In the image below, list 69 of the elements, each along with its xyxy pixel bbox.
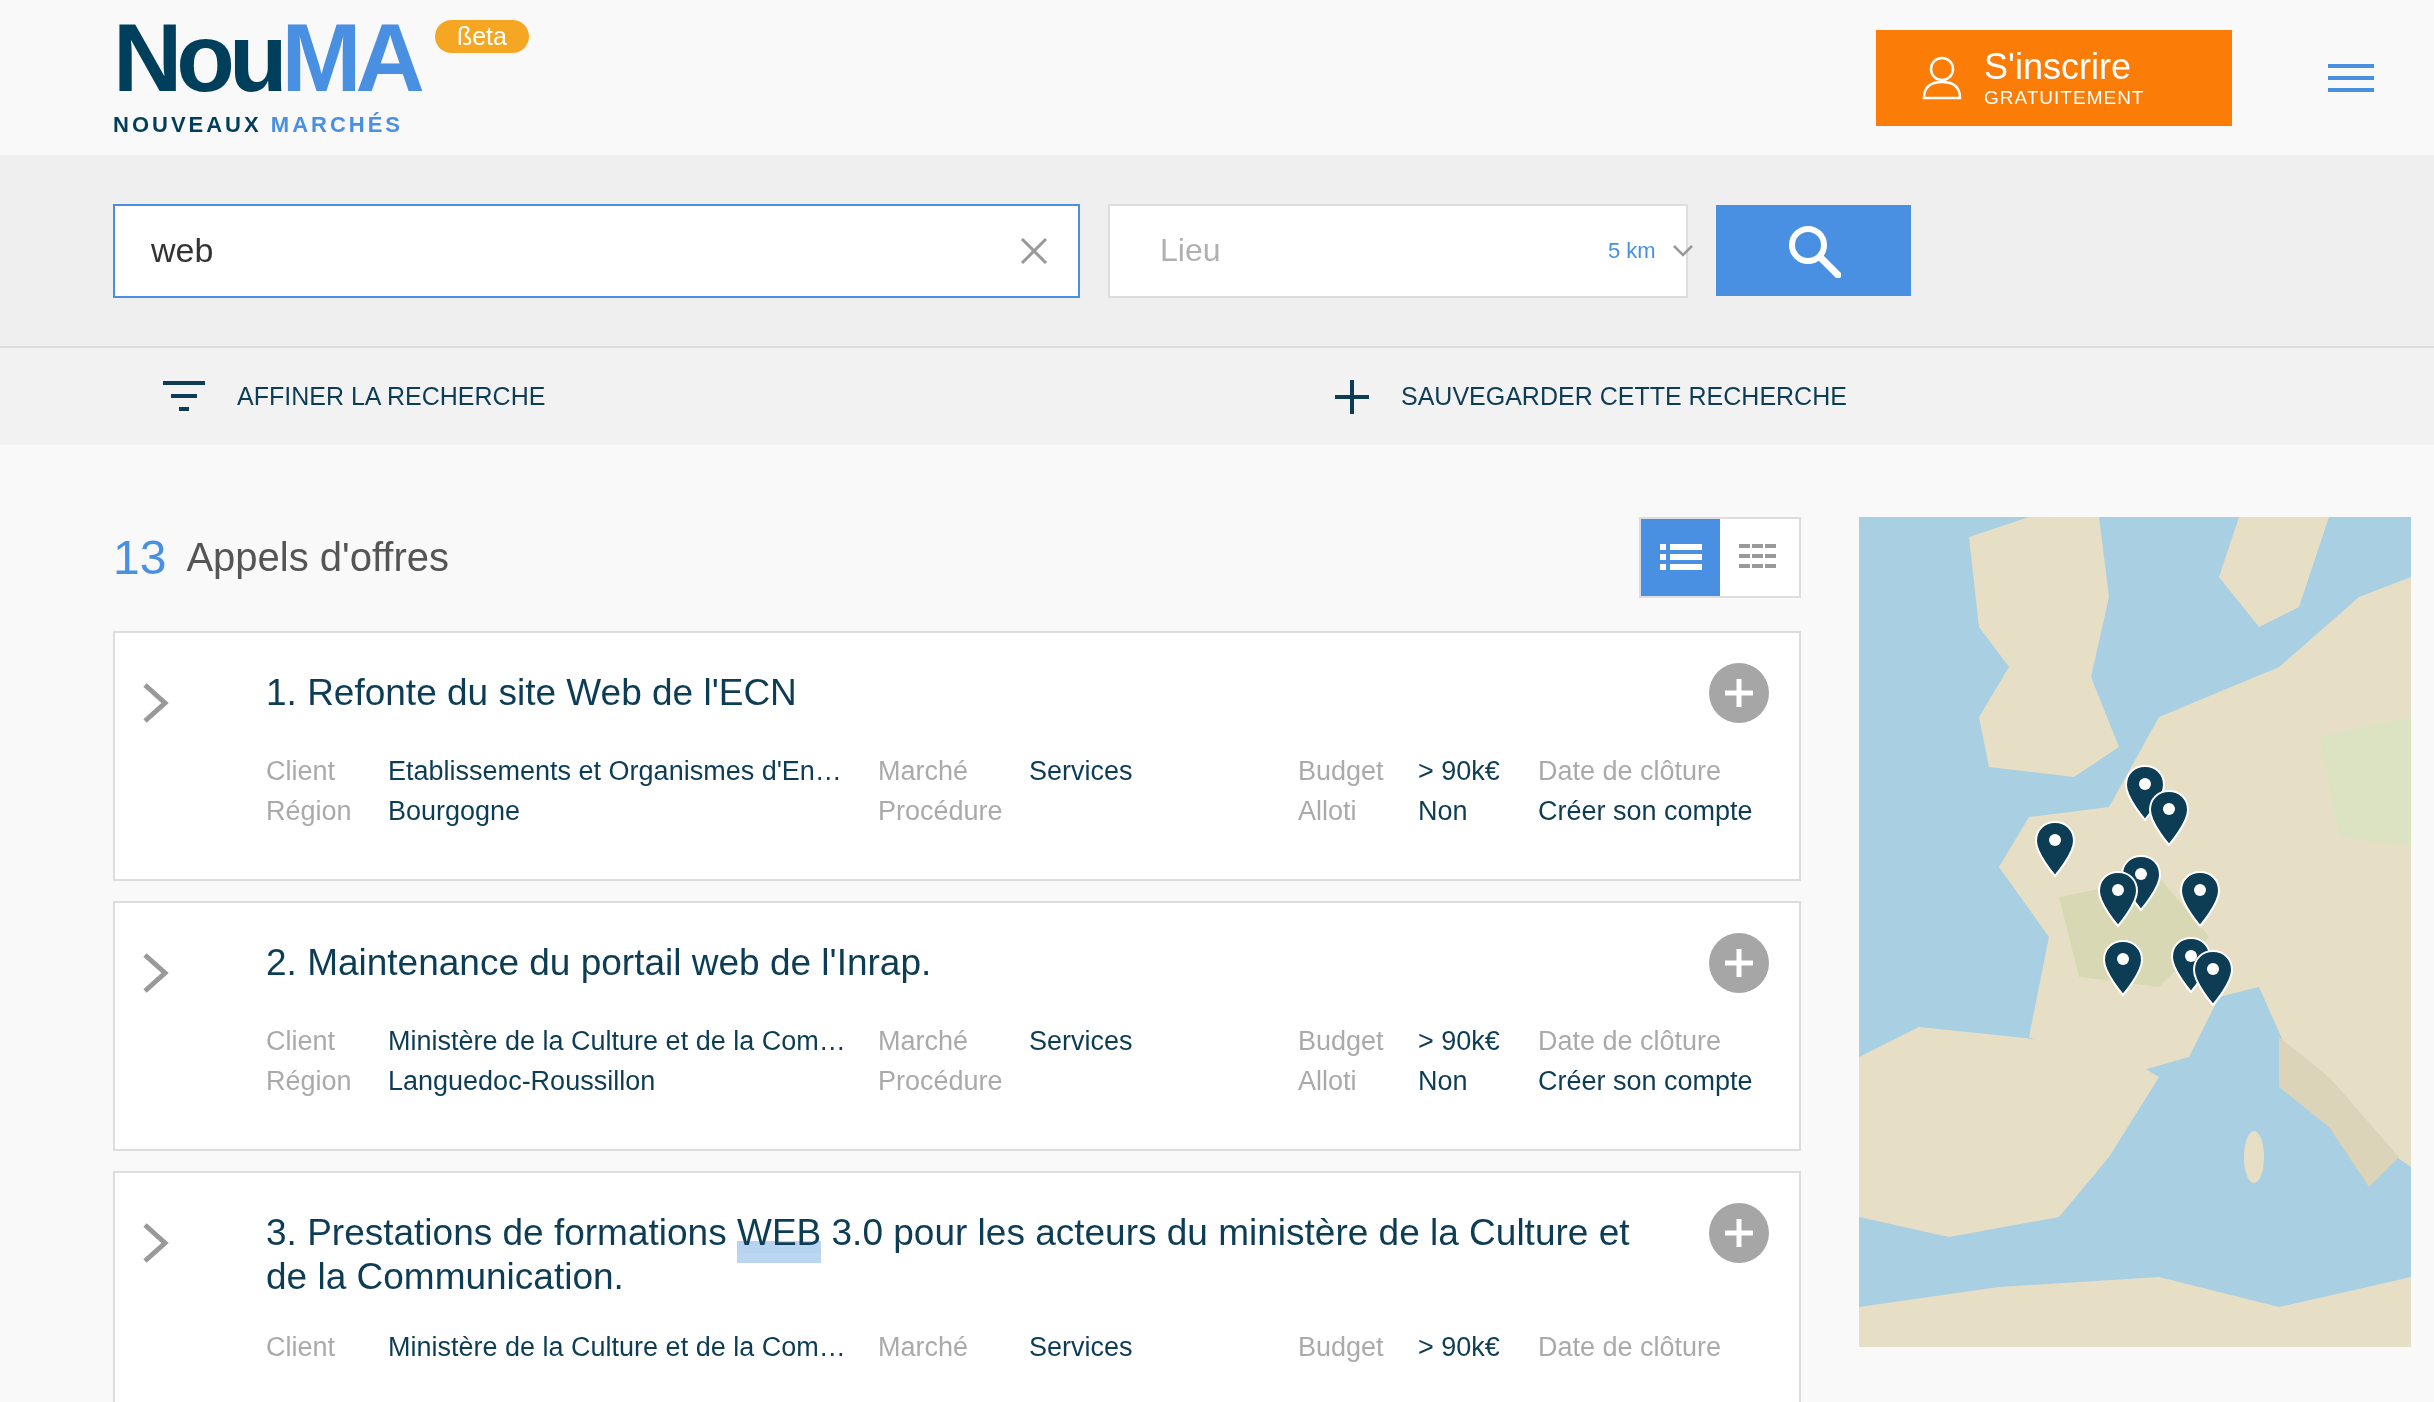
field-label: Date de clôture <box>1538 755 1722 788</box>
field-value: > 90k€ <box>1418 1331 1500 1364</box>
result-count: 13 <box>113 529 167 585</box>
field-label: Région <box>266 1065 352 1098</box>
field-value: > 90k€ <box>1418 1025 1500 1058</box>
map-pin-icon[interactable] <box>2179 870 2221 928</box>
field-label: Marché <box>878 1331 969 1364</box>
plus-icon <box>1335 379 1369 414</box>
user-icon <box>1922 55 1962 100</box>
field-label: Budget <box>1298 1025 1384 1058</box>
tender-title[interactable]: 3. Prestations de formations WEB 3.0 pour les acteurs du ministère de la Culture et de la Communication. <box>266 1211 1679 1299</box>
location-input[interactable]: Lieu <box>1158 231 1582 270</box>
refine-search-button[interactable]: AFFINER LA RECHERCHE <box>163 380 1335 413</box>
map-pin-icon[interactable] <box>2102 939 2144 997</box>
field-label: Marché <box>878 755 969 788</box>
field-label: Région <box>266 795 352 828</box>
chevron-down-icon <box>1671 243 1694 258</box>
create-account-link[interactable]: Créer son compte <box>1538 1061 1753 1101</box>
search-field[interactable]: web <box>113 203 1080 298</box>
list-view-button[interactable] <box>1641 518 1720 596</box>
tender-title[interactable]: 1. Refonte du site Web de l'ECN <box>266 671 1679 715</box>
beta-badge: ßeta <box>434 19 529 53</box>
search-input[interactable]: web <box>149 230 1020 271</box>
plus-icon <box>1723 677 1755 709</box>
field-label: Alloti <box>1298 1065 1357 1098</box>
plus-icon <box>1723 947 1755 979</box>
field-label: Date de clôture <box>1538 1025 1722 1058</box>
logo-wordmark[interactable]: NouMA <box>113 17 427 98</box>
field-label: Marché <box>878 1025 969 1058</box>
close-icon[interactable] <box>1020 236 1048 265</box>
results-heading: Appels d'offres <box>186 534 449 580</box>
tender-title[interactable]: 2. Maintenance du portail web de l'Inrap. <box>266 941 1679 985</box>
list-icon <box>1659 544 1702 570</box>
filter-icon <box>163 380 205 413</box>
save-search-button[interactable]: SAUVEGARDER CETTE RECHERCHE <box>1335 379 1847 414</box>
field-value: Ministère de la Culture et de la Com… <box>388 1331 846 1364</box>
add-button[interactable] <box>1709 663 1769 723</box>
logo-subtitle: NOUVEAUX MARCHÉS <box>113 111 405 138</box>
map-pin-icon[interactable] <box>2097 870 2139 928</box>
grid-view-button[interactable] <box>1720 518 1799 596</box>
field-label: Date de clôture <box>1538 1331 1722 1364</box>
plus-icon <box>1723 1217 1755 1249</box>
map-pin-icon[interactable] <box>2148 789 2190 847</box>
add-button[interactable] <box>1709 933 1769 993</box>
search-icon <box>1786 223 1841 278</box>
field-value: Non <box>1418 1065 1468 1098</box>
map-pin-icon[interactable] <box>2034 820 2076 878</box>
menu-icon[interactable] <box>2328 63 2374 92</box>
field-value: Etablissements et Organismes d'En… <box>388 755 842 788</box>
add-button[interactable] <box>1709 1203 1769 1263</box>
field-value: Non <box>1418 795 1468 828</box>
field-value: Ministère de la Culture et de la Com… <box>388 1025 846 1058</box>
map-pin-icon[interactable] <box>2192 949 2234 1007</box>
field-label: Client <box>266 755 336 788</box>
field-label: Client <box>266 1025 336 1058</box>
field-label: Budget <box>1298 755 1384 788</box>
create-account-link[interactable]: Créer son compte <box>1538 791 1753 831</box>
field-value: Bourgogne <box>388 795 521 828</box>
field-label: Budget <box>1298 1331 1384 1364</box>
field-value: Services <box>1029 755 1133 788</box>
field-label: Procédure <box>878 1065 1003 1098</box>
field-value: Languedoc-Roussillon <box>388 1065 656 1098</box>
field-label: Client <box>266 1331 336 1364</box>
field-value: > 90k€ <box>1418 755 1500 788</box>
field-value: Services <box>1029 1025 1133 1058</box>
field-label: Procédure <box>878 795 1003 828</box>
field-value: Services <box>1029 1331 1133 1364</box>
field-label: Alloti <box>1298 795 1357 828</box>
search-button[interactable] <box>1716 205 1911 296</box>
